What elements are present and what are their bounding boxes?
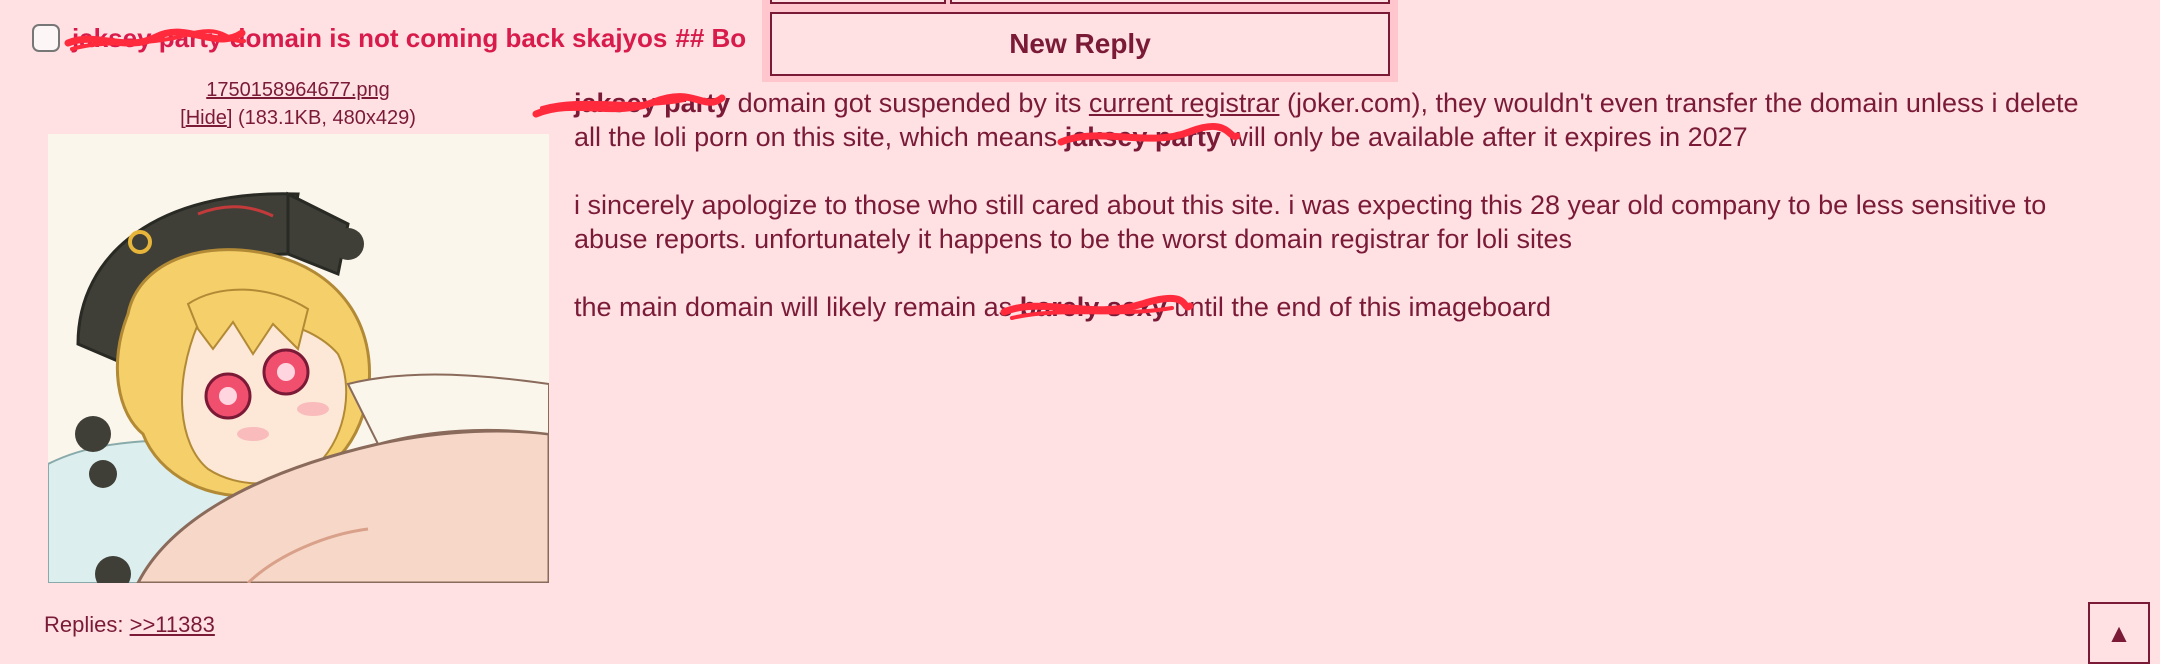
- registrar-link[interactable]: current registrar: [1089, 88, 1280, 118]
- redaction-scribble-icon: [1000, 295, 1194, 320]
- post-paragraph-3: the main domain will likely remain as ba…: [574, 290, 2094, 324]
- reply-form: New Reply: [762, 0, 1398, 82]
- redaction-scribble-icon: [64, 28, 246, 51]
- redacted-subject-text: jaksey party: [64, 23, 246, 53]
- reply-link[interactable]: >>11383: [130, 612, 215, 637]
- file-info: 1750158964677.png [Hide] (183.1KB, 480x4…: [180, 79, 416, 129]
- hide-file-link[interactable]: Hide: [186, 107, 227, 129]
- redacted-site-name: jaksey party: [532, 88, 730, 118]
- file-name-link[interactable]: 1750158964677.png: [206, 79, 390, 101]
- post-header: jaksey party domain is not coming back s…: [32, 18, 746, 58]
- post-replies: Replies: >>11383: [44, 612, 215, 638]
- redacted-domain-name: barely sexy: [1000, 292, 1194, 322]
- arrow-up-icon: ▲: [2106, 617, 2132, 648]
- post-thumbnail[interactable]: [48, 134, 549, 583]
- redaction-scribble-icon: [1057, 123, 1241, 146]
- post-body: jaksey party domain got suspended by its…: [532, 86, 2094, 358]
- post-tripcode: ## Bo: [675, 22, 747, 53]
- post-paragraph-1: jaksey party domain got suspended by its…: [532, 86, 2094, 154]
- replies-label: Replies:: [44, 612, 124, 637]
- redacted-site-name-2: jaksey party: [1057, 122, 1241, 152]
- post-select-checkbox[interactable]: [32, 24, 60, 52]
- reply-form-name-field[interactable]: [770, 0, 946, 4]
- post-paragraph-2: i sincerely apologize to those who still…: [574, 190, 2047, 254]
- post-subject: jaksey party domain is not coming back s…: [64, 23, 667, 54]
- reply-form-subject-field[interactable]: [950, 0, 1390, 4]
- file-meta: (183.1KB, 480x429): [237, 107, 416, 129]
- anime-girl-sleeping-illustration: [48, 134, 549, 583]
- scroll-to-top-button[interactable]: ▲: [2088, 602, 2150, 664]
- redaction-scribble-icon: [532, 93, 726, 118]
- new-reply-button[interactable]: New Reply: [770, 12, 1390, 76]
- reply-form-fields: [770, 0, 1390, 4]
